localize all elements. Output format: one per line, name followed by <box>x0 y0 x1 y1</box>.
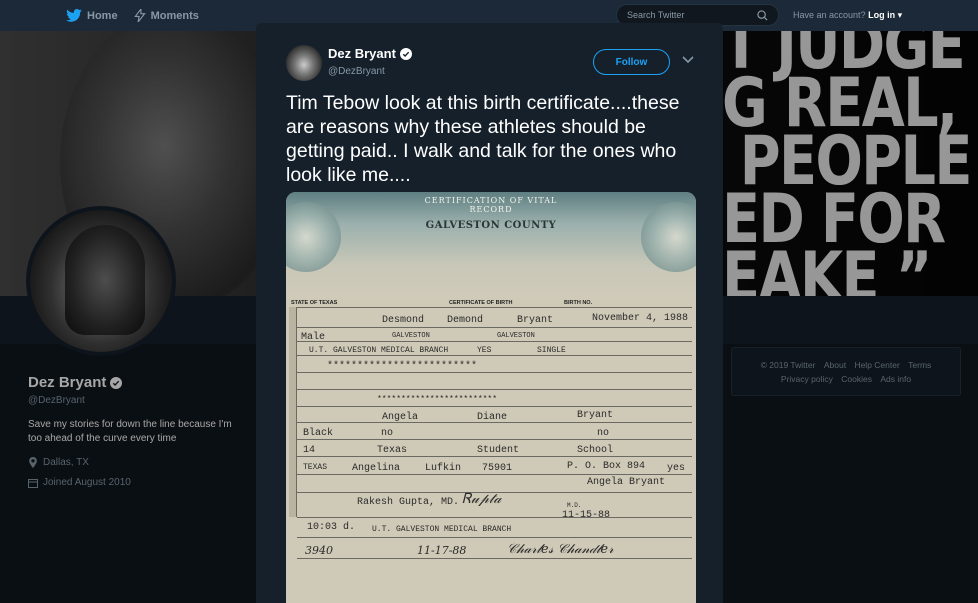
tweet-text: Tim Tebow look at this birth certificate… <box>286 92 680 186</box>
row-father-name: ************************* <box>297 355 692 372</box>
row-name: Desmond Demond Bryant November 4, 1988 <box>297 307 692 327</box>
child-dob: November 4, 1988 <box>592 313 689 324</box>
birth-no-label: BIRTH NO. <box>564 300 593 306</box>
mother-age: 14 <box>303 445 316 456</box>
tweet-author-handle[interactable]: @DezBryant <box>328 66 385 77</box>
tweet-author-avatar[interactable] <box>286 45 322 81</box>
chevron-down-icon[interactable]: ▾ <box>898 10 903 20</box>
attendant-title: M.D. <box>567 502 582 509</box>
search-icon <box>757 9 768 21</box>
mother-last-name: Bryant <box>577 410 614 421</box>
nav-moments[interactable]: Moments <box>133 9 199 22</box>
certificate-header: CERTIFICATION OF VITAL RECORD GALVESTON … <box>286 192 696 298</box>
row-registrar: 3940 11-17-88 𝒞𝒽𝒶𝓇𝓁𝑒𝓈 𝒞𝒽𝒶𝓃𝒹𝓁𝑒𝓇 <box>297 537 692 559</box>
login-link[interactable]: Log in <box>868 10 895 20</box>
state-label: STATE OF TEXAS <box>291 300 338 306</box>
mother-hispanic: no <box>381 428 394 439</box>
account-prompt: Have an account? Log in ▾ <box>793 10 902 21</box>
mother-hispanic-2: no <box>597 428 610 439</box>
tweet-author-name[interactable]: Dez Bryant <box>328 46 412 61</box>
father-birthplace-stars: ************************* <box>377 395 498 404</box>
lightning-icon <box>133 9 146 22</box>
certificate-county: GALVESTON COUNTY <box>425 220 557 231</box>
twitter-bird-icon <box>66 9 82 22</box>
tweet-author-name-text: Dez Bryant <box>328 46 396 61</box>
attendant-signature: Ꮢ𝓊𝓅𝓉𝒶 <box>462 491 502 507</box>
attendant-name: Rakesh Gupta, MD. <box>357 497 460 508</box>
row-residence: TEXAS Angelina Lufkin 75901 P. O. Box 89… <box>297 456 692 474</box>
residence-county: Angelina <box>352 463 401 474</box>
place-county: GALVESTON <box>392 332 430 340</box>
residence-city: Lufkin <box>425 463 462 474</box>
row-attendant: Rakesh Gupta, MD. Ꮢ𝓊𝓅𝓉𝒶 M.D. 11-15-88 <box>297 491 692 521</box>
mother-occupation: Student <box>477 445 520 456</box>
row-time: 10:03 d. U.T. GALVESTON MEDICAL BRANCH <box>297 517 692 537</box>
inside-limits: yes <box>667 463 686 474</box>
have-account-text: Have an account? <box>793 10 866 20</box>
row-mother-name: Angela Diane Bryant <box>297 406 692 423</box>
verified-badge-icon <box>399 47 412 60</box>
row-father-race <box>297 372 692 389</box>
attendant-address: U.T. GALVESTON MEDICAL BRANCH <box>372 525 512 534</box>
row-hospital: U.T. GALVESTON MEDICAL BRANCH YES SINGLE <box>297 341 692 355</box>
time-of-birth: 10:03 d. <box>307 522 356 533</box>
residence-zip: 75901 <box>482 463 513 474</box>
inside-city-limits: YES <box>477 346 492 355</box>
date-received: 11-17-88 <box>417 544 467 557</box>
row-mother-age: 14 Texas Student School <box>297 439 692 456</box>
mother-birthplace: Texas <box>377 445 408 456</box>
certificate-form: STATE OF TEXAS CERTIFICATE OF BIRTH BIRT… <box>289 300 692 603</box>
tweet-media-image[interactable]: CERTIFICATION OF VITAL RECORD GALVESTON … <box>286 192 696 603</box>
child-section-tab <box>289 307 297 389</box>
mother-business: School <box>577 445 614 456</box>
father-name-stars: ************************* <box>327 361 478 372</box>
nav-home[interactable]: Home <box>66 9 118 22</box>
residence-street: P. O. Box 894 <box>567 461 646 472</box>
informant-name: Angela Bryant <box>587 477 666 488</box>
tweet-modal: Dez Bryant @DezBryant Follow Tim Tebow l… <box>256 23 723 603</box>
father-section-tab <box>289 389 297 422</box>
chevron-down-icon[interactable] <box>682 56 694 64</box>
nav-moments-label: Moments <box>150 9 199 22</box>
search-placeholder: Search Twitter <box>627 10 685 20</box>
row-father-age: ************************* <box>297 389 692 406</box>
hospital-name: U.T. GALVESTON MEDICAL BRANCH <box>309 346 449 355</box>
plurality: SINGLE <box>537 346 566 355</box>
certificate-seal-left <box>286 202 341 272</box>
certificate-birth-label: CERTIFICATE OF BIRTH <box>449 300 513 306</box>
mother-section-tab <box>289 422 297 517</box>
certificate-title: CERTIFICATION OF VITAL RECORD <box>424 196 558 214</box>
child-middle-name: Demond <box>447 315 484 326</box>
follow-button[interactable]: Follow <box>593 49 670 75</box>
mother-race: Black <box>303 428 334 439</box>
place-city: GALVESTON <box>497 332 535 340</box>
nav-home-label: Home <box>87 9 118 22</box>
certificate-seal-right <box>641 202 696 272</box>
registrar-signature: 𝒞𝒽𝒶𝓇𝓁𝑒𝓈 𝒞𝒽𝒶𝓃𝒹𝓁𝑒𝓇 <box>507 542 614 557</box>
row-sex-place: Male GALVESTON GALVESTON <box>297 327 692 343</box>
row-mother-race: Black no no <box>297 422 692 439</box>
registrar-file-no: 3940 <box>305 544 333 557</box>
residence-state: TEXAS <box>303 463 328 472</box>
row-informant: Angela Bryant <box>297 474 692 492</box>
child-first-name: Desmond <box>382 315 425 326</box>
child-last-name: Bryant <box>517 315 554 326</box>
